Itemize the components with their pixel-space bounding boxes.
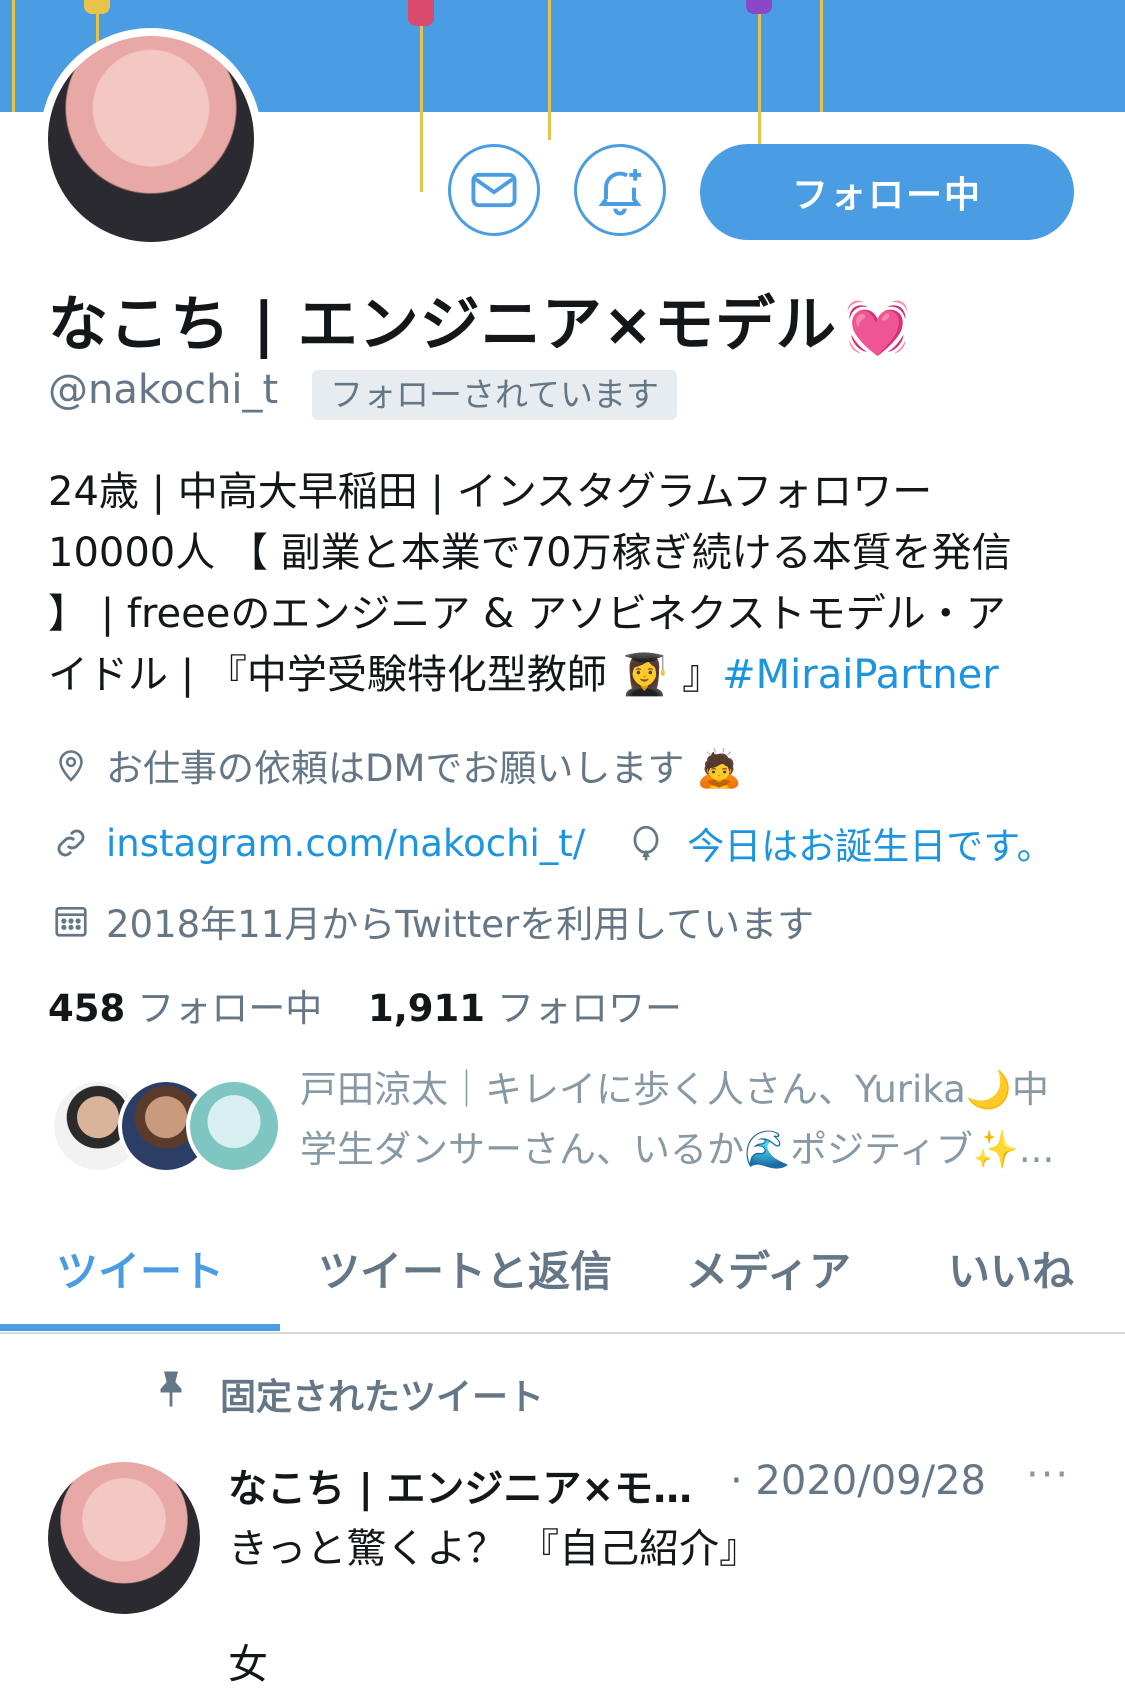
joined-text: 2018年11月からTwitterを利用しています	[106, 903, 815, 946]
tab-tweets[interactable]: ツイート	[56, 1238, 224, 1299]
tweet-more-button[interactable]: ···	[1026, 1452, 1070, 1498]
banner-decoration	[548, 112, 551, 140]
profile-handle: @nakochi_t	[48, 367, 279, 413]
profile-location: お仕事の依頼はDMでお願いします 🙇	[50, 738, 742, 792]
bio-line: イドル | 『中学受験特化型教師 👩‍🎓 』#MiraiPartner	[48, 645, 1078, 706]
pin-icon	[150, 1366, 192, 1421]
banner-decoration	[408, 0, 434, 26]
following-count: 458	[48, 987, 126, 1030]
link-icon	[50, 822, 92, 864]
tab-media[interactable]: メディア	[686, 1238, 851, 1299]
tweet-date[interactable]: · 2020/09/28	[730, 1458, 986, 1504]
followed-by-line: 学生ダンサーさん、いるか🌊ポジティブ✨...	[300, 1128, 1055, 1171]
mail-icon	[471, 172, 517, 208]
tab-tweets-and-replies[interactable]: ツイートと返信	[318, 1238, 612, 1299]
profile-link-row: instagram.com/nakochi_t/ 今日はお誕生日です。	[50, 816, 1054, 870]
profile-website-link[interactable]: instagram.com/nakochi_t/	[106, 822, 585, 865]
profile-name-text: なこち | エンジニア×モデル	[48, 290, 837, 360]
following-count-link[interactable]: 458 フォロー中	[48, 987, 322, 1030]
calendar-icon	[50, 900, 92, 942]
profile-name: なこち | エンジニア×モデル 💓	[48, 276, 911, 363]
profile-avatar[interactable]	[40, 28, 262, 250]
banner-decoration	[420, 112, 423, 192]
bell-plus-icon	[598, 169, 642, 216]
banner-decoration	[84, 0, 110, 14]
pinned-label-text: 固定されたツイート	[220, 1376, 545, 1418]
bio-line: 10000人 【 副業と本業で70万稼ぎ続ける本質を発信	[48, 530, 1012, 576]
bio-line: 24歳 | 中高大早稲田 | インスタグラムフォロワー	[48, 469, 933, 515]
tweet-text-continued: 女	[228, 1642, 268, 1688]
follower-avatar[interactable]	[186, 1078, 282, 1174]
followers-count: 1,911	[368, 987, 486, 1030]
banner-decoration	[12, 0, 15, 112]
notifications-button[interactable]	[574, 144, 666, 236]
balloon-icon	[625, 822, 667, 864]
bio-line: 】 | freeeのエンジニア & アソビネクストモデル・ア	[48, 591, 1006, 637]
location-text: お仕事の依頼はDMでお願いします 🙇	[106, 747, 743, 790]
followed-by-line: 戸田涼太｜キレイに歩く人さん、Yurika🌙中	[300, 1068, 1049, 1111]
birthday-text: 今日はお誕生日です。	[687, 825, 1054, 868]
follow-counts: 458 フォロー中 1,911 フォロワー	[48, 978, 682, 1032]
tab-likes[interactable]: いいね	[948, 1238, 1074, 1299]
banner-decoration	[820, 0, 823, 112]
profile-joined: 2018年11月からTwitterを利用しています	[50, 894, 814, 948]
bio-hashtag-link[interactable]: #MiraiPartner	[722, 652, 999, 698]
banner-decoration	[548, 0, 551, 112]
avatar-image	[48, 36, 254, 242]
banner-decoration	[746, 0, 772, 14]
followers-label: フォロワー	[497, 987, 683, 1030]
profile-tabs: ツイート ツイートと返信 メディア いいね	[0, 1220, 1125, 1334]
heart-emoji: 💓	[844, 298, 911, 358]
pinned-tweet-label: 固定されたツイート	[150, 1366, 544, 1421]
followers-count-link[interactable]: 1,911 フォロワー	[368, 987, 682, 1030]
profile-bio: 24歳 | 中高大早稲田 | インスタグラムフォロワー 10000人 【 副業と…	[48, 462, 1078, 706]
active-tab-indicator	[0, 1324, 280, 1331]
location-pin-icon	[50, 744, 92, 786]
bio-line-text: イドル | 『中学受験特化型教師 👩‍🎓 』	[48, 652, 723, 698]
message-button[interactable]	[448, 144, 540, 236]
following-label: フォロー中	[137, 987, 323, 1030]
following-button[interactable]: フォロー中	[700, 144, 1074, 240]
follows-you-badge: フォローされています	[312, 370, 678, 420]
followed-by-text[interactable]: 戸田涼太｜キレイに歩く人さん、Yurika🌙中 学生ダンサーさん、いるか🌊ポジテ…	[300, 1060, 1080, 1180]
tweet-author-name[interactable]: なこち | エンジニア×モ…	[228, 1458, 692, 1514]
tweet-text: きっと驚くよ？ 『自己紹介』	[228, 1526, 760, 1572]
banner-decoration	[758, 0, 761, 112]
tweet-author-avatar[interactable]	[48, 1462, 200, 1614]
